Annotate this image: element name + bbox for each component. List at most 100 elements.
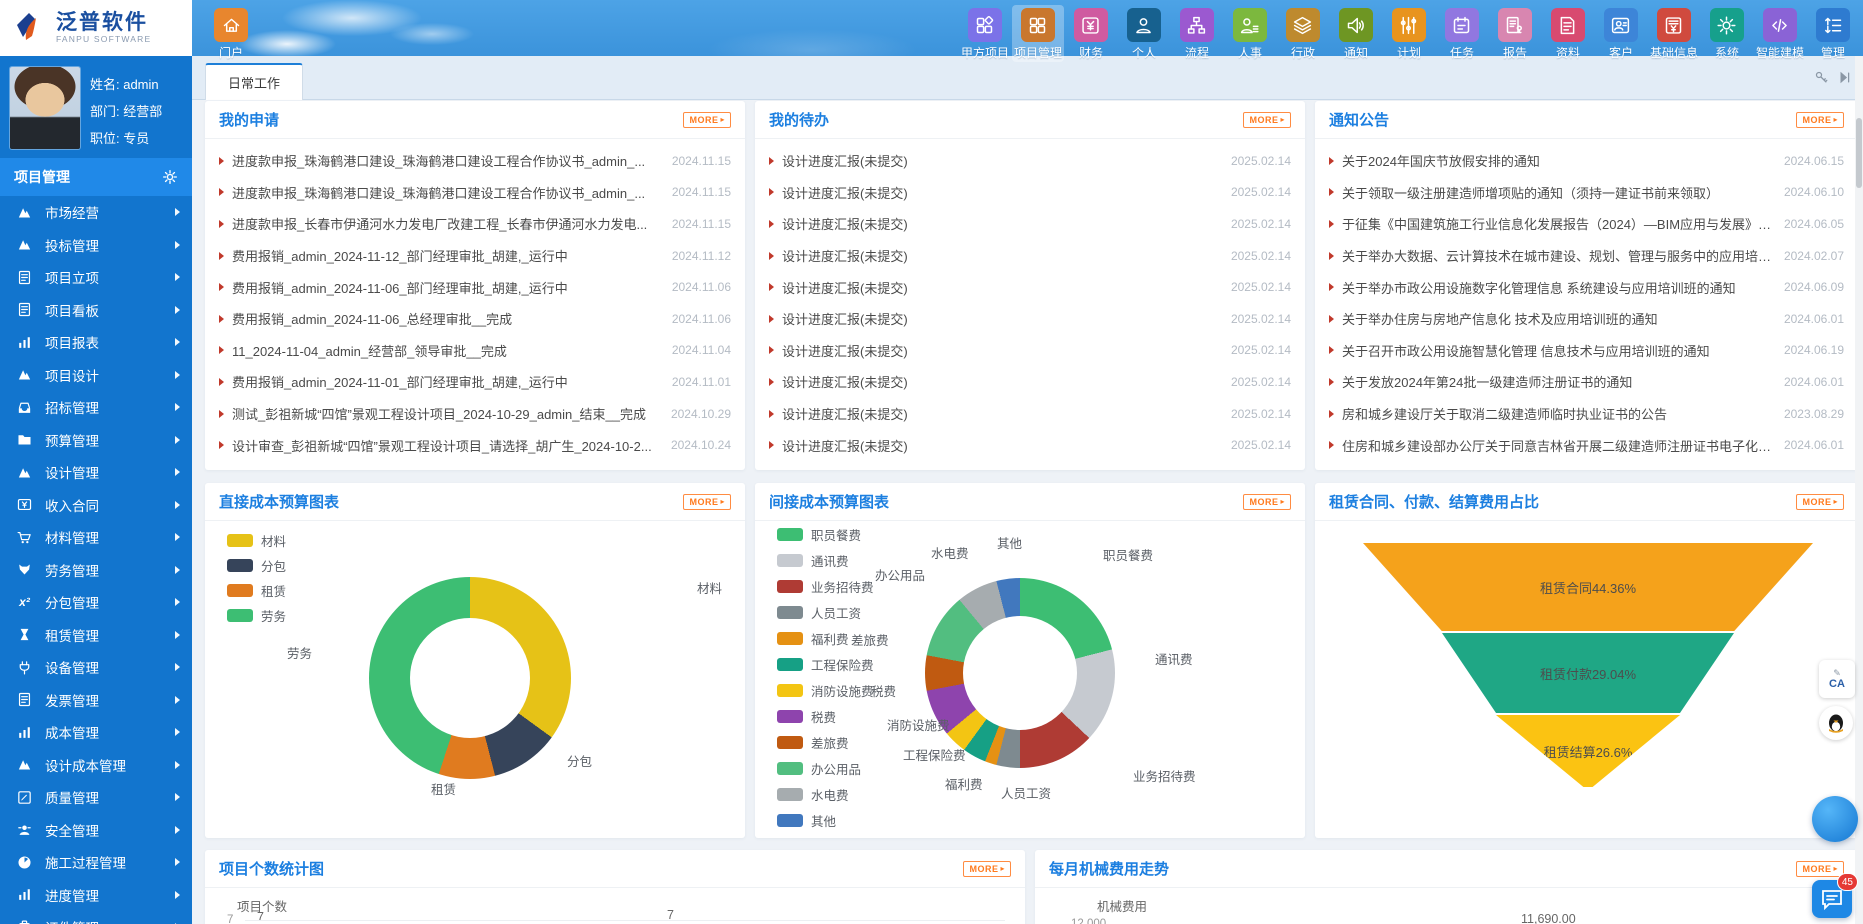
sidebar-item-tray[interactable]: 招标管理 xyxy=(0,391,192,424)
list-item[interactable]: 设计进度汇报(未提交)2025.02.14 xyxy=(755,398,1305,430)
chat-widget[interactable]: 45 xyxy=(1812,880,1852,918)
sidebar-item-yen-card[interactable]: 收入合同 xyxy=(0,489,192,522)
module-person-lines[interactable]: 人事 xyxy=(1224,5,1276,62)
user-avatar[interactable] xyxy=(10,67,80,149)
module-org-chart[interactable]: 流程 xyxy=(1171,5,1223,62)
list-item[interactable]: 关于发放2024年第24批一级建造师注册证书的通知2024.06.01 xyxy=(1315,366,1858,398)
qq-contact-widget[interactable] xyxy=(1819,706,1853,740)
more-button[interactable]: MORE▸ xyxy=(963,861,1011,877)
sidebar-item-bars[interactable]: 项目报表 xyxy=(0,326,192,359)
list-item[interactable]: 进度款申报_珠海鹤港口建设_珠海鹤港口建设工程合作协议书_admin_...20… xyxy=(205,177,745,209)
module-people-card[interactable]: 客户 xyxy=(1595,5,1647,62)
list-item[interactable]: 设计进度汇报(未提交)2025.02.14 xyxy=(755,429,1305,461)
list-item[interactable]: 设计进度汇报(未提交)2025.02.14 xyxy=(755,145,1305,177)
funnel-segment[interactable]: 租赁付款29.04% xyxy=(1442,633,1734,713)
module-code[interactable]: 智能建模 xyxy=(1754,5,1806,62)
module-doc[interactable]: 资料 xyxy=(1542,5,1594,62)
list-item[interactable]: 费用报销_admin_2024-11-12_部门经理审批_胡建,_运行中2024… xyxy=(205,240,745,272)
list-item[interactable]: 设计进度汇报(未提交)2025.02.14 xyxy=(755,208,1305,240)
sidebar-item-cart[interactable]: 材料管理 xyxy=(0,521,192,554)
module-portal-home[interactable]: 门户 xyxy=(205,5,257,62)
module-person[interactable]: 个人 xyxy=(1118,5,1170,62)
tab-daily-work[interactable]: 日常工作 xyxy=(205,63,303,100)
sidebar-item-hourglass[interactable]: 租赁管理 xyxy=(0,619,192,652)
legend-item[interactable]: 劳务 xyxy=(227,606,286,625)
sidebar-item-plug[interactable]: 设备管理 xyxy=(0,651,192,684)
gear-icon[interactable] xyxy=(162,169,178,185)
legend-item[interactable]: 税费 xyxy=(777,707,836,726)
more-button[interactable]: MORE▸ xyxy=(1243,112,1291,128)
module-layers[interactable]: 行政 xyxy=(1277,5,1329,62)
sidebar-item-doc-lines[interactable]: 项目看板 xyxy=(0,294,192,327)
sidebar-item-x2[interactable]: x²分包管理 xyxy=(0,586,192,619)
key-icon[interactable] xyxy=(1814,70,1829,90)
list-item[interactable]: 设计进度汇报(未提交)2025.02.14 xyxy=(755,335,1305,367)
sidebar-item-peak[interactable]: 市场经营 xyxy=(0,196,192,229)
module-list-arrows[interactable]: 管理 xyxy=(1807,5,1859,62)
list-item[interactable]: 关于举办大数据、云计算技术在城市建设、规划、管理与服务中的应用培训班...202… xyxy=(1315,240,1858,272)
list-item[interactable]: 设计进度汇报(未提交)2025.02.14 xyxy=(755,303,1305,335)
list-item[interactable]: 11_2024-11-04_admin_经营部_领导审批__完成2024.11.… xyxy=(205,335,745,367)
funnel-segment[interactable]: 租赁合同44.36% xyxy=(1363,543,1813,631)
list-item[interactable]: 费用报销_admin_2024-11-06_部门经理审批_胡建,_运行中2024… xyxy=(205,271,745,303)
list-item[interactable]: 进度款申报_珠海鹤港口建设_珠海鹤港口建设工程合作协议书_admin_...20… xyxy=(205,145,745,177)
module-gear[interactable]: 系统 xyxy=(1701,5,1753,62)
sidebar-item-fox[interactable]: 劳务管理 xyxy=(0,554,192,587)
sidebar-item-circle-dot[interactable]: 施工过程管理 xyxy=(0,846,192,879)
list-item[interactable]: 设计进度汇报(未提交)2025.02.14 xyxy=(755,366,1305,398)
list-item[interactable]: 设计进度汇报(未提交)2025.02.14 xyxy=(755,240,1305,272)
list-item[interactable]: 关于领取一级注册建造师增项贴的通知（须持一建证书前来领取）2024.06.10 xyxy=(1315,177,1858,209)
legend-item[interactable]: 福利费 xyxy=(777,629,849,648)
list-item[interactable]: 设计进度汇报(未提交)2025.02.14 xyxy=(755,177,1305,209)
list-item[interactable]: 关于举办市政公用设施数字化管理信息 系统建设与应用培训班的通知2024.06.0… xyxy=(1315,271,1858,303)
sidebar-item-peak[interactable]: 项目设计 xyxy=(0,359,192,392)
list-item[interactable]: 测试_彭祖新城“四馆”景观工程设计项目_2024-10-29_admin_结束_… xyxy=(205,398,745,430)
module-speaker[interactable]: 通知 xyxy=(1330,5,1382,62)
list-item[interactable]: 关于举办住房与房地产信息化 技术及应用培训班的通知2024.06.01 xyxy=(1315,303,1858,335)
ca-login-widget[interactable]: ✎ CA xyxy=(1819,660,1855,698)
legend-item[interactable]: 其他 xyxy=(777,811,836,830)
module-sliders[interactable]: 计划 xyxy=(1383,5,1435,62)
legend-item[interactable]: 通讯费 xyxy=(777,551,849,570)
more-button[interactable]: MORE▸ xyxy=(1796,112,1844,128)
module-yen-doc[interactable]: 基础信息 xyxy=(1648,5,1700,62)
module-yen-box[interactable]: 财务 xyxy=(1065,5,1117,62)
sidebar-item-peak[interactable]: 投标管理 xyxy=(0,229,192,262)
module-grid-diamond[interactable]: 甲方项目 xyxy=(959,5,1011,62)
module-doc-mic[interactable]: 报告 xyxy=(1489,5,1541,62)
more-button[interactable]: MORE▸ xyxy=(1796,494,1844,510)
legend-item[interactable]: 人员工资 xyxy=(777,603,861,622)
more-button[interactable]: MORE▸ xyxy=(683,494,731,510)
legend-item[interactable]: 办公用品 xyxy=(777,759,861,778)
list-item[interactable]: 费用报销_admin_2024-11-01_部门经理审批_胡建,_运行中2024… xyxy=(205,366,745,398)
scrollbar-thumb[interactable] xyxy=(1856,118,1862,188)
more-button[interactable]: MORE▸ xyxy=(683,112,731,128)
list-item[interactable]: 关于2024年国庆节放假安排的通知2024.06.15 xyxy=(1315,145,1858,177)
list-item[interactable]: 设计进度汇报(未提交)2025.02.14 xyxy=(755,271,1305,303)
legend-item[interactable]: 消防设施费 xyxy=(777,681,874,700)
skip-forward-icon[interactable] xyxy=(1838,70,1853,90)
legend-item[interactable]: 差旅费 xyxy=(777,733,849,752)
sidebar-item-person-badge[interactable]: 安全管理 xyxy=(0,814,192,847)
sidebar-item-bars[interactable]: 进度管理 xyxy=(0,879,192,912)
legend-item[interactable]: 租赁 xyxy=(227,581,286,600)
sidebar-item-folder[interactable]: 预算管理 xyxy=(0,424,192,457)
module-grid4[interactable]: 项目管理 xyxy=(1012,5,1064,62)
sidebar-section-header[interactable]: 项目管理 xyxy=(0,158,192,196)
sidebar-item-peak[interactable]: 设计管理 xyxy=(0,456,192,489)
assistant-widget[interactable] xyxy=(1812,796,1858,842)
scrollbar[interactable] xyxy=(1855,56,1863,924)
sidebar-item-bars[interactable]: 成本管理 xyxy=(0,716,192,749)
list-item[interactable]: 于征集《中国建筑施工行业信息化发展报告（2024）—BIM应用与发展》材料...… xyxy=(1315,208,1858,240)
sidebar-item-doc-lines[interactable]: 项目立项 xyxy=(0,261,192,294)
legend-item[interactable]: 水电费 xyxy=(777,785,849,804)
legend-item[interactable]: 职员餐费 xyxy=(777,525,861,544)
more-button[interactable]: MORE▸ xyxy=(1243,494,1291,510)
legend-item[interactable]: 分包 xyxy=(227,556,286,575)
list-item[interactable]: 住房和城乡建设部办公厅关于同意吉林省开展二级建造师注册证书电子化试点...202… xyxy=(1315,429,1858,461)
list-item[interactable]: 关于召开市政公用设施智慧化管理 信息技术与应用培训班的通知2024.06.19 xyxy=(1315,335,1858,367)
legend-item[interactable]: 业务招待费 xyxy=(777,577,874,596)
sidebar-item-peak[interactable]: 设计成本管理 xyxy=(0,749,192,782)
list-item[interactable]: 费用报销_admin_2024-11-06_总经理审批__完成2024.11.0… xyxy=(205,303,745,335)
sidebar-item-id-card[interactable]: 证件管理 xyxy=(0,911,192,924)
